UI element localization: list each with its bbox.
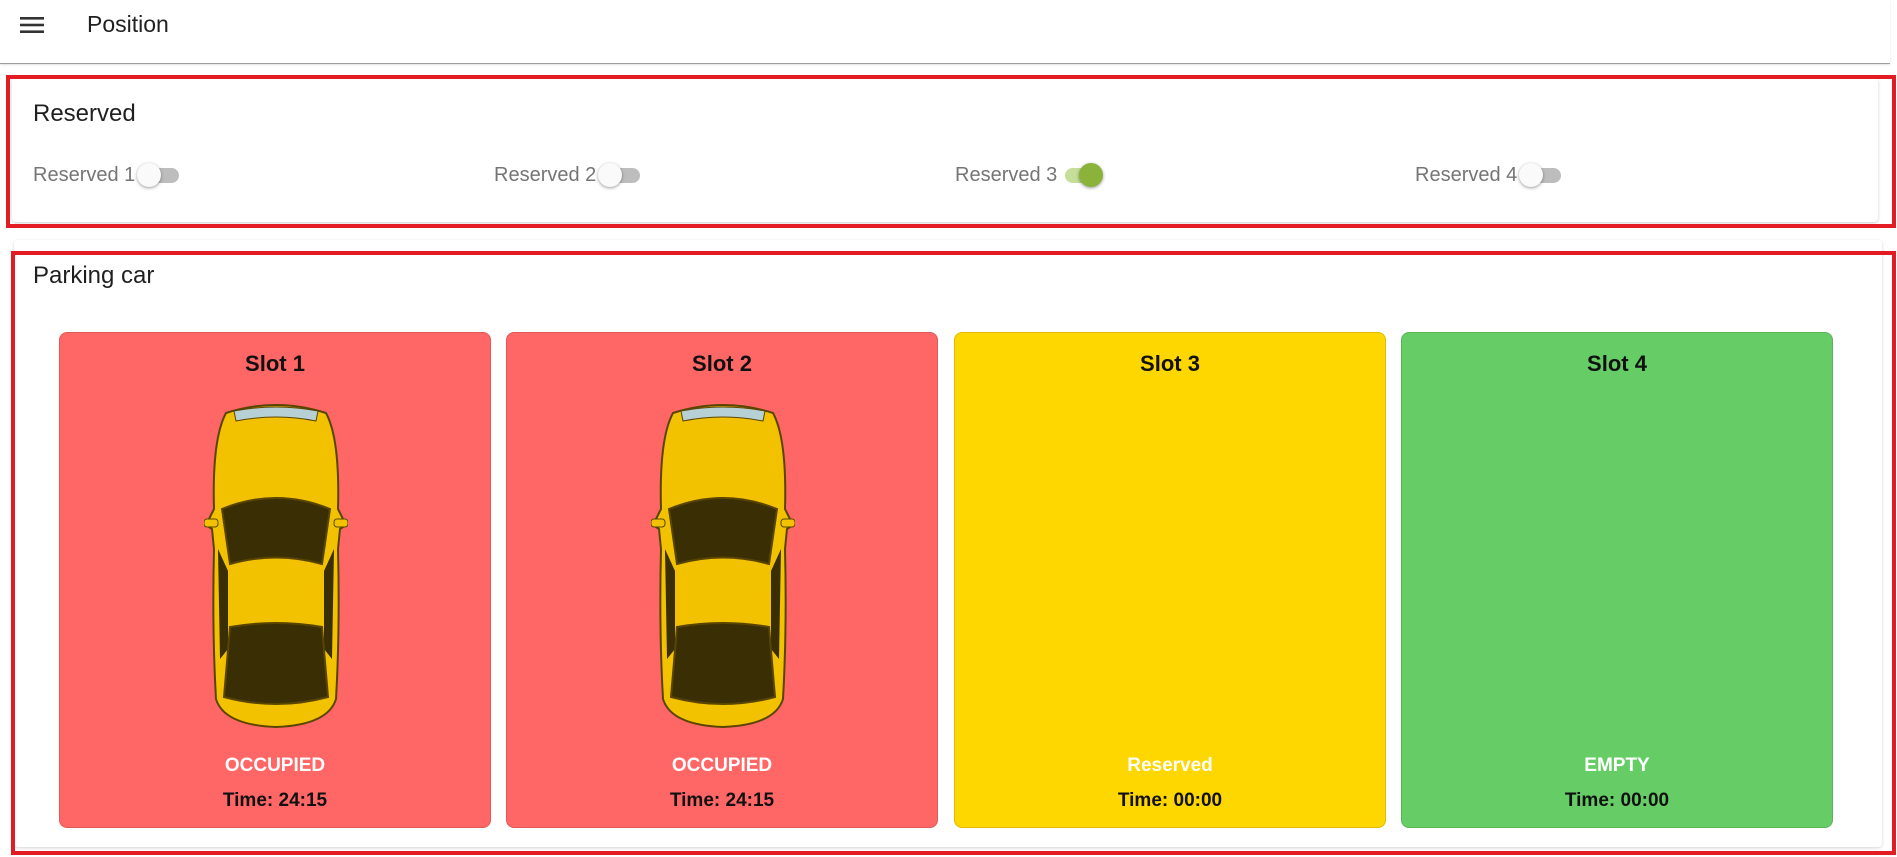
reserved-1-toggle[interactable] xyxy=(137,160,180,190)
reserved-2-toggle[interactable] xyxy=(598,160,641,190)
parking-slot-4: Slot 4 EMPTY Time: 00:00 xyxy=(1401,332,1833,828)
reserved-switch-label: Reserved 3 xyxy=(955,163,1058,186)
car-icon xyxy=(650,399,796,729)
slot-status: Reserved xyxy=(1127,755,1213,776)
car-icon xyxy=(203,399,349,729)
reserved-4-toggle[interactable] xyxy=(1519,160,1562,190)
reserved-switch-item-3: Reserved 3 xyxy=(955,160,1104,190)
parking-slot-3: Slot 3 Reserved Time: 00:00 xyxy=(954,332,1386,828)
reserved-panel xyxy=(12,78,1878,222)
slot-time: Time: 24:15 xyxy=(222,790,328,811)
reserved-switch-label: Reserved 1 xyxy=(33,163,136,186)
reserved-switch-label: Reserved 2 xyxy=(494,163,597,186)
slot-title: Slot 1 xyxy=(245,351,305,376)
reserved-3-toggle[interactable] xyxy=(1059,160,1104,190)
slot-title: Slot 4 xyxy=(1587,351,1647,376)
reserved-switch-item-2: Reserved 2 xyxy=(494,160,641,190)
slot-time: Time: 00:00 xyxy=(1564,790,1670,811)
slot-time: Time: 24:15 xyxy=(669,790,775,811)
page-title: Position xyxy=(87,11,169,37)
parking-slot-2: Slot 2 OCCUPIED Time: 24:15 xyxy=(506,332,938,828)
reserved-switch-item-1: Reserved 1 xyxy=(33,160,180,190)
reserved-title: Reserved xyxy=(33,100,136,127)
reserved-switch-label: Reserved 4 xyxy=(1415,163,1518,186)
slot-status: EMPTY xyxy=(1584,755,1650,776)
parking-title: Parking car xyxy=(33,262,155,289)
slot-status: OCCUPIED xyxy=(671,755,773,776)
slot-time: Time: 00:00 xyxy=(1117,790,1223,811)
slot-title: Slot 3 xyxy=(1140,351,1200,376)
hamburger-menu-icon[interactable] xyxy=(14,10,50,40)
slot-status: OCCUPIED xyxy=(224,755,326,776)
parking-slot-1: Slot 1 OCCUPIED Time: 24:15 xyxy=(59,332,491,828)
slot-title: Slot 2 xyxy=(692,351,752,376)
reserved-switch-item-4: Reserved 4 xyxy=(1415,160,1562,190)
app-bar: Position xyxy=(0,0,1890,64)
